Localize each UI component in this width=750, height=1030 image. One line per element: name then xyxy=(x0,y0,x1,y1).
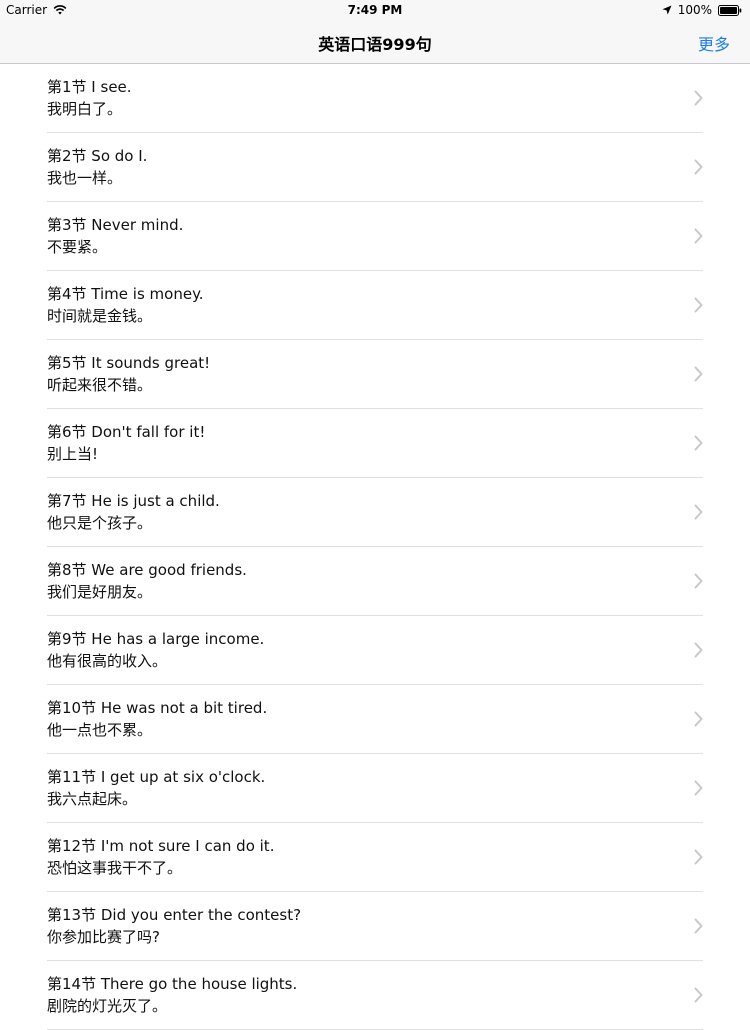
chevron-right-icon xyxy=(694,642,703,658)
lesson-translation: 他有很高的收入。 xyxy=(47,652,168,670)
lesson-title: 第12节 I'm not sure I can do it. xyxy=(47,837,275,855)
lesson-translation: 不要紧。 xyxy=(47,238,108,256)
lesson-row[interactable]: 第10节 He was not a bit tired. 他一点也不累。 xyxy=(47,685,703,754)
lesson-translation: 我们是好朋友。 xyxy=(47,583,153,601)
lesson-list: 第1节 I see. 我明白了。第2节 So do I. 我也一样。第3节 Neve… xyxy=(0,64,750,1030)
chevron-right-icon xyxy=(694,228,703,244)
lesson-title: 第3节 Never mind. xyxy=(47,216,184,234)
lesson-row[interactable]: 第8节 We are good friends. 我们是好朋友。 xyxy=(47,547,703,616)
lesson-row[interactable]: 第2节 So do I. 我也一样。 xyxy=(47,133,703,202)
lesson-translation: 你参加比赛了吗? xyxy=(47,928,160,946)
lesson-translation: 我也一样。 xyxy=(47,169,123,187)
status-time: 7:49 PM xyxy=(347,3,403,17)
lesson-translation: 我六点起床。 xyxy=(47,790,138,808)
status-bar: Carrier 7:49 PM 100% xyxy=(0,0,750,20)
lesson-title: 第9节 He has a large income. xyxy=(47,630,265,648)
lesson-translation: 他一点也不累。 xyxy=(47,721,153,739)
lesson-row[interactable]: 第1节 I see. 我明白了。 xyxy=(47,64,703,133)
more-button[interactable]: 更多 xyxy=(698,31,730,55)
chevron-right-icon xyxy=(694,711,703,727)
battery-percent: 100% xyxy=(677,3,712,17)
lesson-translation: 他只是个孩子。 xyxy=(47,514,153,532)
location-arrow-icon xyxy=(662,5,672,15)
chevron-right-icon xyxy=(694,504,703,520)
lesson-row[interactable]: 第9节 He has a large income. 他有很高的收入。 xyxy=(47,616,703,685)
lesson-row[interactable]: 第11节 I get up at six o'clock. 我六点起床。 xyxy=(47,754,703,823)
lesson-title: 第8节 We are good friends. xyxy=(47,561,247,579)
lesson-translation: 我明白了。 xyxy=(47,100,123,118)
chevron-right-icon xyxy=(694,90,703,106)
page-title: 英语口语999句 xyxy=(318,35,432,54)
lesson-title: 第2节 So do I. xyxy=(47,147,148,165)
lesson-translation: 恐怕这事我干不了。 xyxy=(47,859,183,877)
lesson-translation: 别上当! xyxy=(47,445,99,463)
lesson-row[interactable]: 第5节 It sounds great! 听起来很不错。 xyxy=(47,340,703,409)
chevron-right-icon xyxy=(694,573,703,589)
lesson-row[interactable]: 第6节 Don't fall for it! 别上当! xyxy=(47,409,703,478)
lesson-translation: 听起来很不错。 xyxy=(47,376,153,394)
lesson-title: 第5节 It sounds great! xyxy=(47,354,211,372)
chevron-right-icon xyxy=(694,987,703,1003)
chevron-right-icon xyxy=(694,366,703,382)
chevron-right-icon xyxy=(694,435,703,451)
lesson-translation: 时间就是金钱。 xyxy=(47,307,153,325)
lesson-title: 第13节 Did you enter the contest? xyxy=(47,906,302,924)
lesson-row[interactable]: 第12节 I'm not sure I can do it. 恐怕这事我干不了。 xyxy=(47,823,703,892)
chevron-right-icon xyxy=(694,159,703,175)
lesson-title: 第6节 Don't fall for it! xyxy=(47,423,206,441)
lesson-title: 第1节 I see. xyxy=(47,78,132,96)
lesson-title: 第4节 Time is money. xyxy=(47,285,204,303)
navigation-bar: 英语口语999句 更多 xyxy=(0,20,750,64)
lesson-title: 第10节 He was not a bit tired. xyxy=(47,699,268,717)
lesson-row[interactable]: 第3节 Never mind. 不要紧。 xyxy=(47,202,703,271)
chevron-right-icon xyxy=(694,297,703,313)
lesson-row[interactable]: 第14节 There go the house lights. 剧院的灯光灭了。 xyxy=(47,961,703,1030)
lesson-title: 第14节 There go the house lights. xyxy=(47,975,298,993)
chevron-right-icon xyxy=(694,918,703,934)
lesson-row[interactable]: 第13节 Did you enter the contest? 你参加比赛了吗? xyxy=(47,892,703,961)
battery-icon xyxy=(718,4,742,16)
lesson-translation: 剧院的灯光灭了。 xyxy=(47,997,168,1015)
chevron-right-icon xyxy=(694,849,703,865)
status-right: 100% xyxy=(662,3,742,17)
lesson-title: 第7节 He is just a child. xyxy=(47,492,220,510)
lesson-row[interactable]: 第7节 He is just a child. 他只是个孩子。 xyxy=(47,478,703,547)
lesson-row[interactable]: 第4节 Time is money. 时间就是金钱。 xyxy=(47,271,703,340)
chevron-right-icon xyxy=(694,780,703,796)
lesson-title: 第11节 I get up at six o'clock. xyxy=(47,768,266,786)
